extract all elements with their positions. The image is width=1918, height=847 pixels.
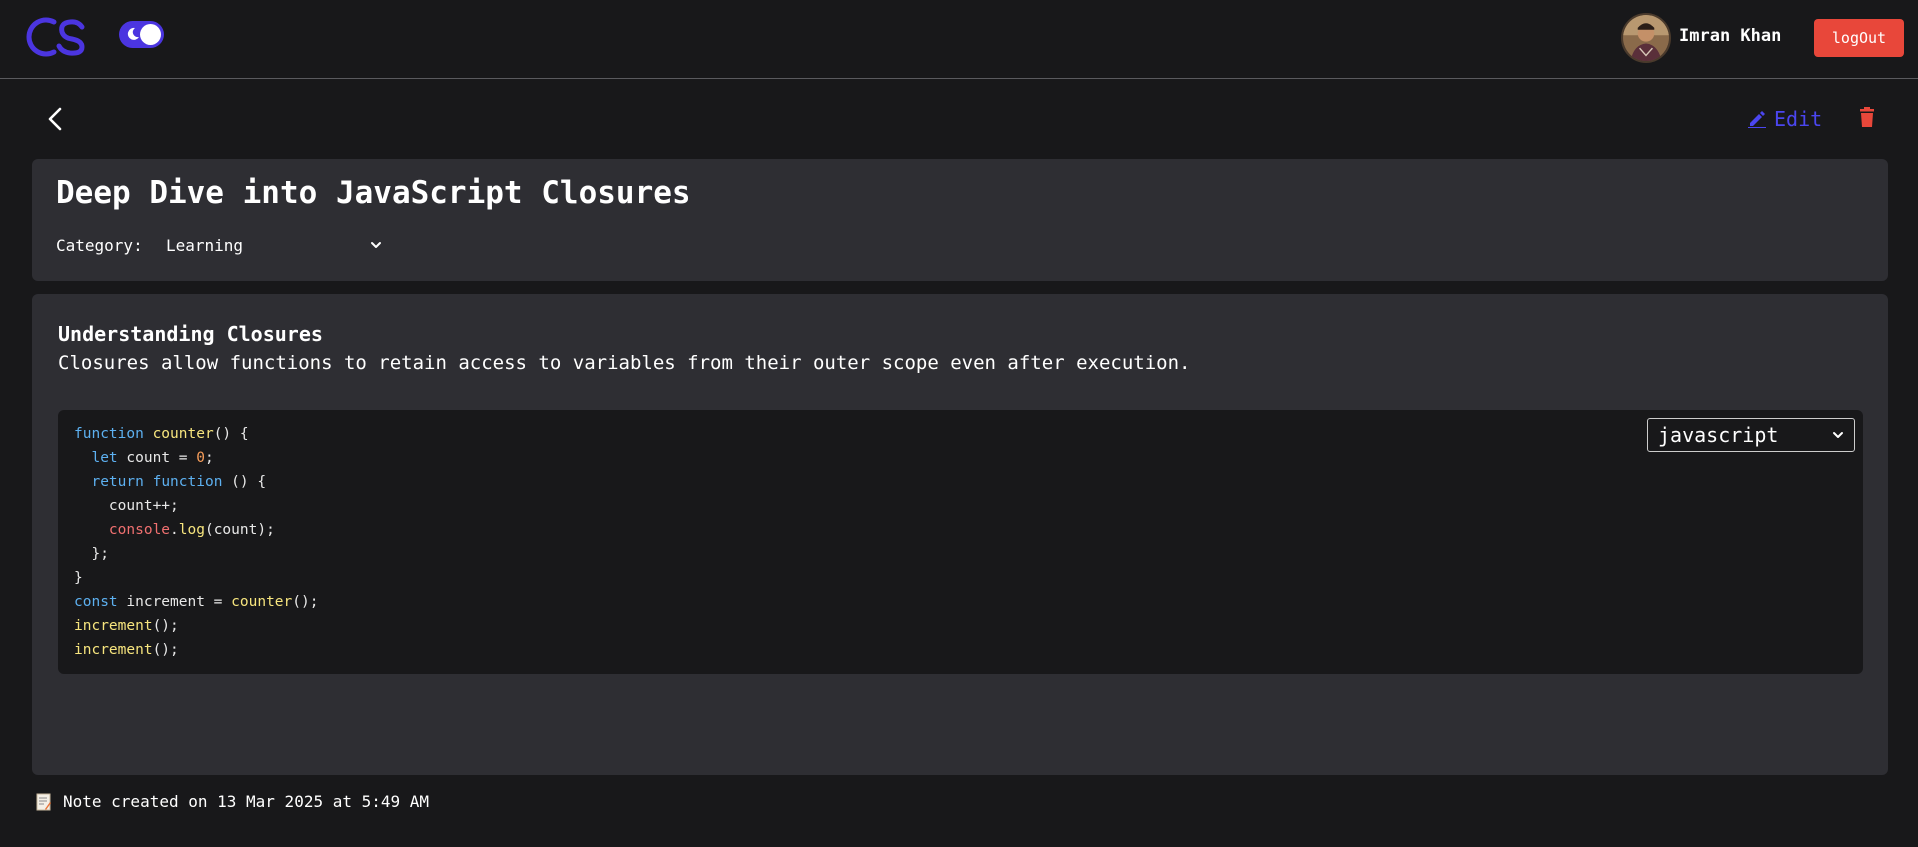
- code-token: }: [74, 570, 83, 586]
- code-token: function: [152, 474, 223, 490]
- note-title: Deep Dive into JavaScript Closures: [56, 175, 691, 211]
- code-token: () {: [213, 426, 249, 442]
- code-token: (count);: [204, 522, 275, 538]
- code-line: increment();: [74, 638, 318, 662]
- memo-icon: [36, 793, 51, 810]
- top-navbar: Imran Khan logOut: [0, 0, 1918, 79]
- code-line: count++;: [74, 494, 318, 518]
- logout-button[interactable]: logOut: [1814, 19, 1904, 57]
- code-token: count =: [117, 450, 197, 466]
- moon-icon: [127, 27, 139, 40]
- code-line: };: [74, 542, 318, 566]
- code-token: ;: [204, 450, 214, 466]
- avatar[interactable]: [1621, 13, 1671, 63]
- code-token: count++;: [74, 498, 179, 514]
- code-lines[interactable]: function counter() { let count = 0; retu…: [74, 422, 318, 662]
- code-token: const: [74, 594, 118, 610]
- code-token: .: [170, 522, 179, 538]
- code-block[interactable]: function counter() { let count = 0; retu…: [58, 410, 1863, 674]
- edit-button[interactable]: Edit: [1748, 105, 1822, 133]
- chevron-down-icon: [1833, 432, 1843, 438]
- language-value: javascript: [1658, 423, 1779, 447]
- back-button[interactable]: [44, 104, 68, 134]
- note-content-card: Understanding Closures Closures allow fu…: [32, 294, 1888, 775]
- code-line: const increment = counter();: [74, 590, 318, 614]
- category-label: Category:: [56, 236, 143, 255]
- category-select[interactable]: Learning: [158, 231, 390, 259]
- code-token: function: [74, 426, 144, 442]
- created-info: Note created on 13 Mar 2025 at 5:49 AM: [36, 792, 429, 811]
- code-token: let: [91, 450, 118, 466]
- cs-logo[interactable]: [24, 13, 88, 61]
- code-token: };: [74, 546, 109, 562]
- code-token: increment =: [117, 594, 232, 610]
- section-heading: Understanding Closures: [58, 322, 323, 346]
- chevron-left-icon: [48, 107, 62, 131]
- code-line: let count = 0;: [74, 446, 318, 470]
- code-token: counter: [231, 594, 293, 610]
- code-line: }: [74, 566, 318, 590]
- code-token: ();: [292, 594, 319, 610]
- code-token: counter: [152, 426, 214, 442]
- code-token: console: [108, 522, 171, 538]
- code-token: increment: [74, 642, 153, 658]
- delete-button[interactable]: [1858, 107, 1876, 129]
- code-token: ();: [152, 618, 179, 634]
- code-line: console.log(count);: [74, 518, 318, 542]
- theme-toggle[interactable]: [119, 21, 164, 48]
- code-line: return function () {: [74, 470, 318, 494]
- edit-label: Edit: [1774, 107, 1823, 131]
- created-text: Note created on 13 Mar 2025 at 5:49 AM: [63, 792, 430, 811]
- code-token: return: [91, 474, 144, 490]
- code-token: increment: [74, 618, 153, 634]
- language-select[interactable]: javascript: [1647, 418, 1855, 452]
- chevron-down-icon: [371, 242, 381, 248]
- section-body: Closures allow functions to retain acces…: [58, 352, 1191, 374]
- code-line: function counter() {: [74, 422, 318, 446]
- code-token: 0: [196, 450, 205, 466]
- category-value: Learning: [166, 235, 244, 255]
- code-token: log: [178, 522, 205, 538]
- pencil-icon: [1748, 111, 1766, 128]
- code-line: increment();: [74, 614, 318, 638]
- username: Imran Khan: [1679, 26, 1782, 46]
- code-token: ();: [152, 642, 179, 658]
- code-token: () {: [222, 474, 267, 490]
- trash-icon: [1860, 107, 1874, 127]
- note-header-card: Deep Dive into JavaScript Closures Categ…: [32, 159, 1888, 281]
- toggle-knob: [140, 24, 161, 45]
